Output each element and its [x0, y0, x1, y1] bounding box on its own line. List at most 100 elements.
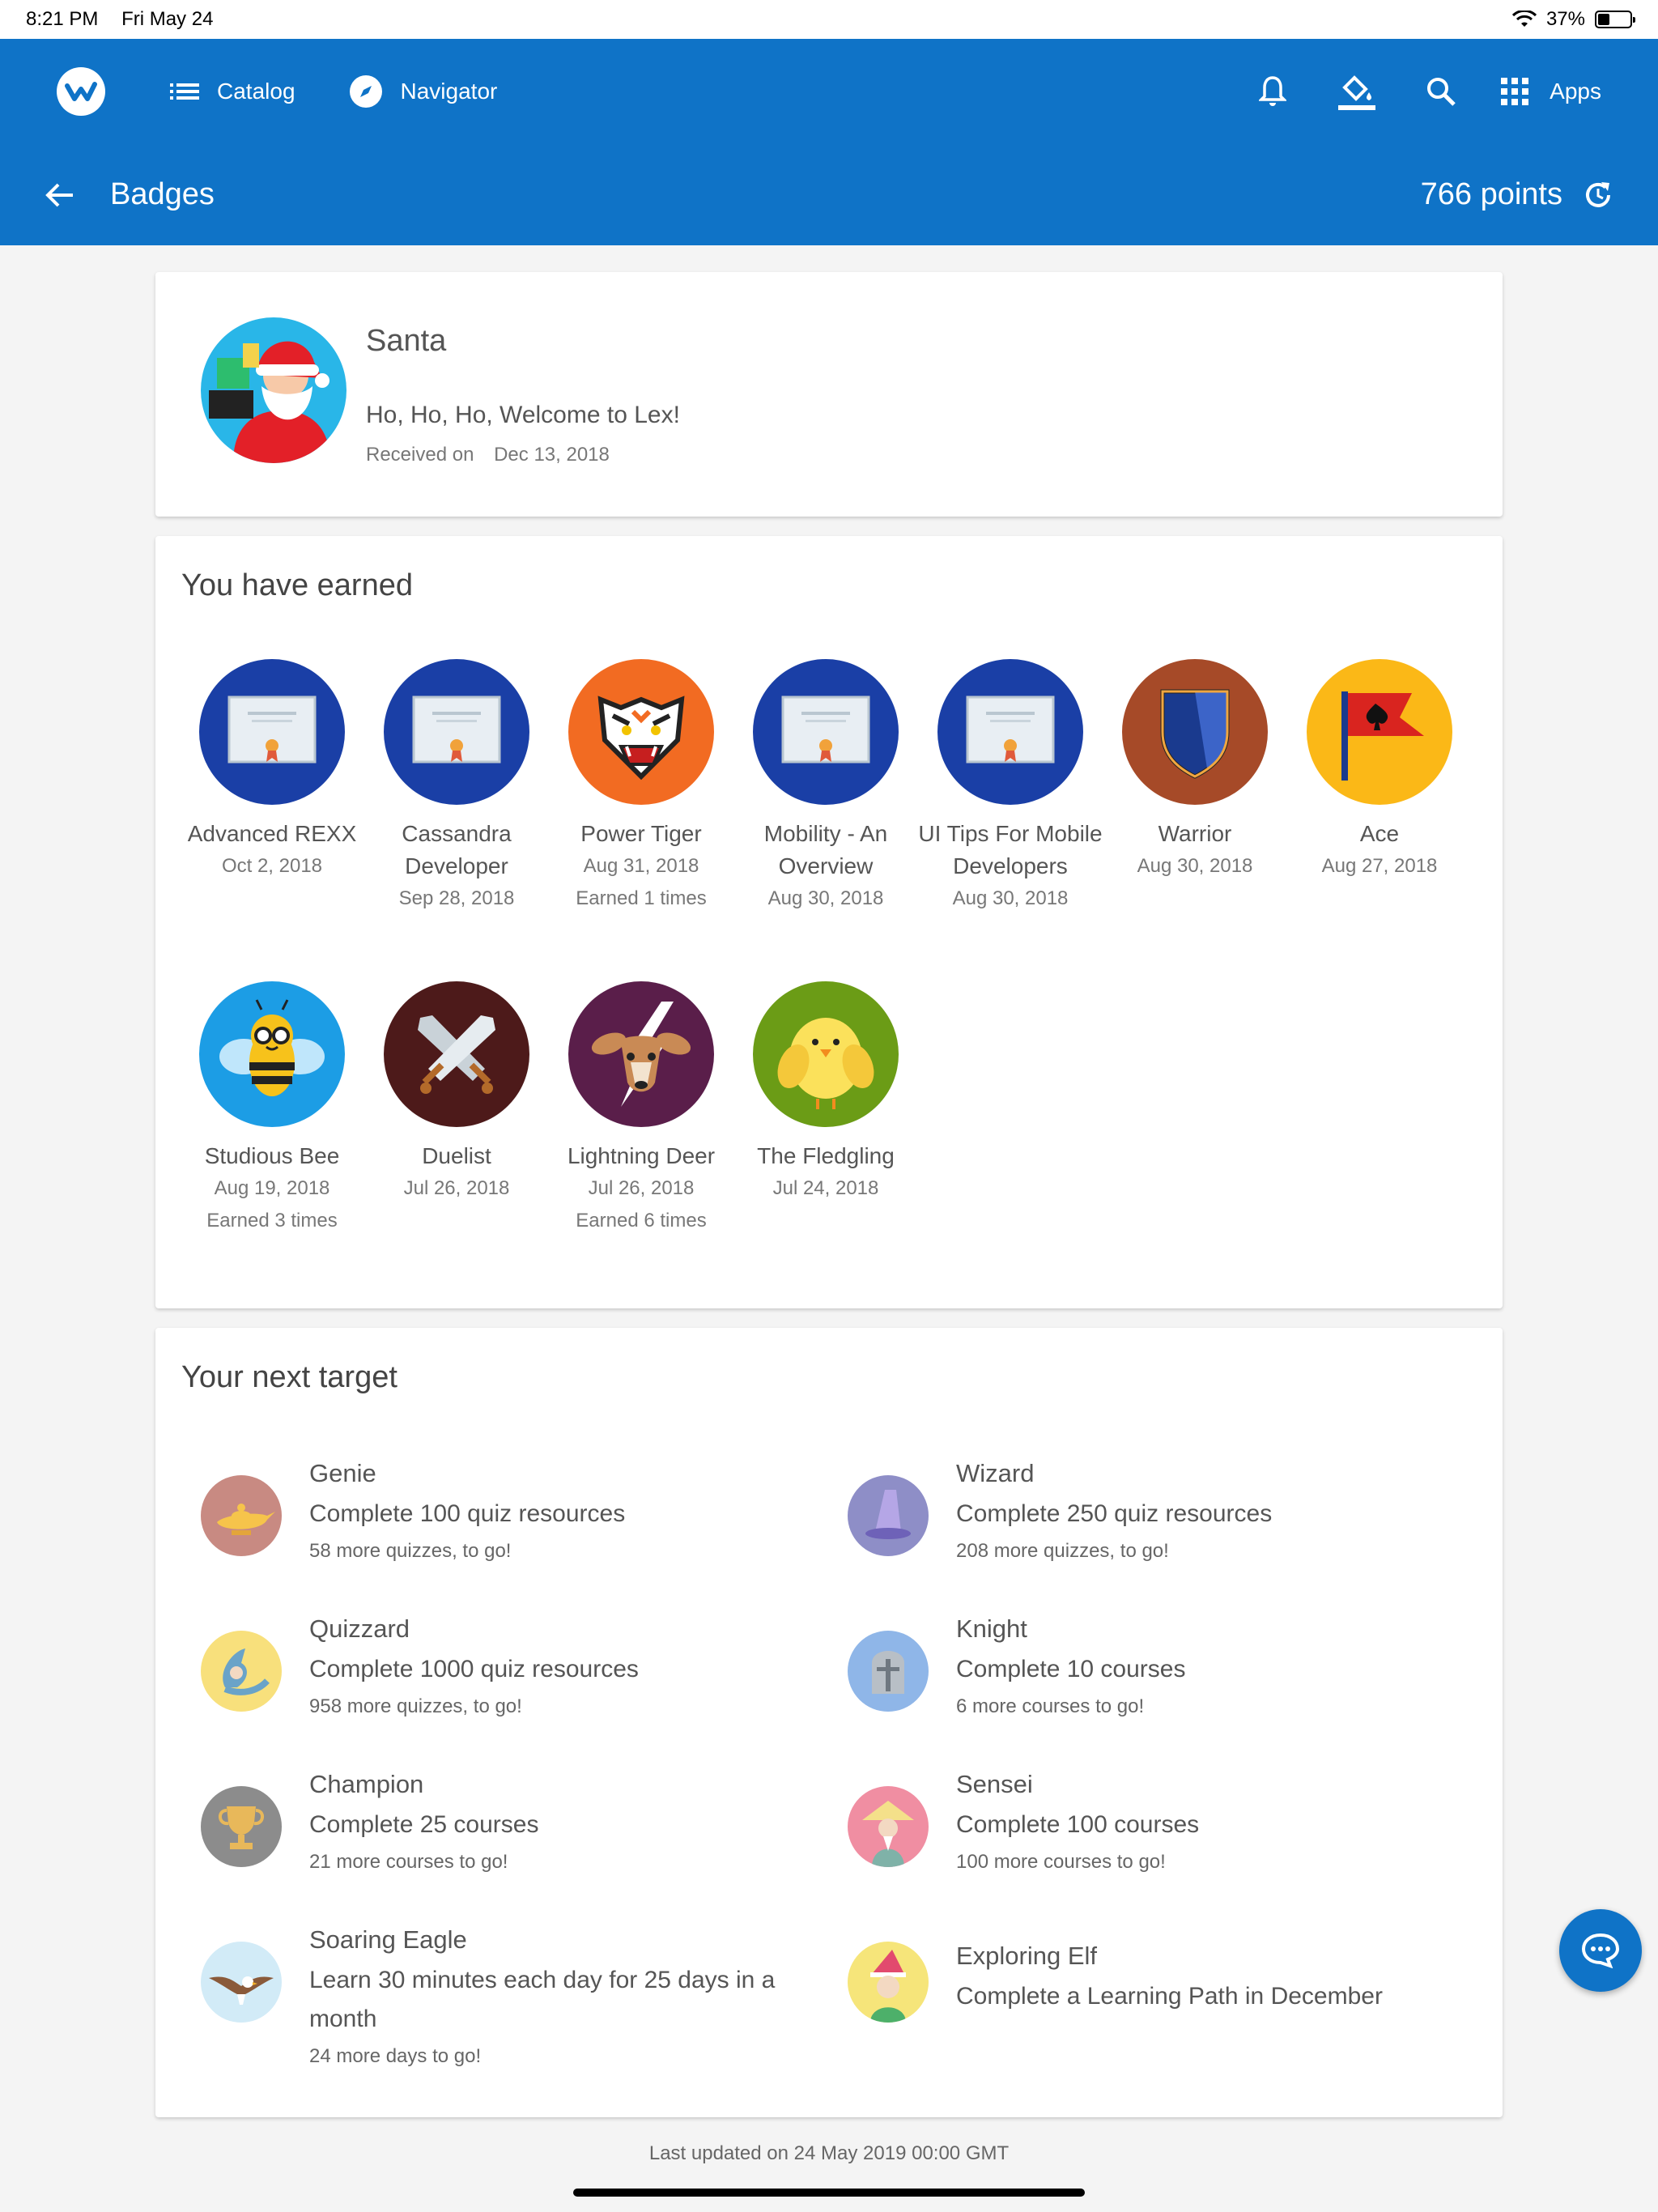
badge-mobility-overview[interactable]: Mobility - An Overview Aug 30, 2018 [733, 659, 918, 915]
badge-date: Aug 30, 2018 [1137, 855, 1253, 877]
badge-lightning-deer[interactable]: Lightning Deer Jul 26, 2018 Earned 6 tim… [549, 981, 733, 1237]
badge-ace[interactable]: Ace Aug 27, 2018 [1287, 659, 1472, 883]
badge-name: Ace [1359, 821, 1400, 846]
target-remaining: 24 more days to go! [309, 2045, 482, 2067]
target-desc: Complete 250 quiz resources [956, 1500, 1273, 1527]
last-updated: Last updated on 24 May 2019 00:00 GMT [648, 2142, 1010, 2164]
target-exploring-elf[interactable]: Exploring Elf Complete a Learning Path i… [848, 1924, 1463, 2023]
paint-bucket-icon [1338, 75, 1376, 110]
received-label: Received on [366, 444, 474, 466]
arrow-left-icon [45, 183, 73, 206]
target-name: Wizard [956, 1459, 1035, 1487]
santa-received: Received on Dec 13, 2018 [366, 444, 610, 466]
refresh-icon [1586, 181, 1610, 207]
flag-icon [1307, 659, 1452, 805]
badge-name: Duelist [422, 1143, 491, 1168]
elf-icon [848, 1942, 929, 2023]
wizard-hat-icon [848, 1475, 929, 1556]
refresh-button[interactable] [1580, 177, 1616, 213]
crossed-swords-icon [384, 981, 529, 1127]
badge-warrior[interactable]: Warrior Aug 30, 2018 [1103, 659, 1287, 883]
badge-name: UI Tips For Mobile Developers [918, 821, 1103, 878]
target-genie[interactable]: Genie Complete 100 quiz resources 58 mor… [201, 1457, 800, 1568]
battery-percent: 37% [1545, 8, 1585, 30]
quizzard-icon [201, 1631, 282, 1712]
certificate-icon [753, 659, 899, 805]
target-desc: Complete a Learning Path in December [956, 1983, 1383, 2010]
target-soaring-eagle[interactable]: Soaring Eagle Learn 30 minutes each day … [201, 1924, 800, 2073]
lamp-icon [201, 1475, 282, 1556]
badge-studious-bee[interactable]: Studious Bee Aug 19, 2018 Earned 3 times [180, 981, 364, 1237]
target-desc: Complete 100 quiz resources [309, 1500, 626, 1527]
theme-button[interactable] [1333, 67, 1381, 116]
compass-icon [349, 74, 383, 108]
back-button[interactable] [42, 177, 78, 213]
deer-icon [568, 981, 714, 1127]
badge-cassandra-developer[interactable]: Cassandra Developer Sep 28, 2018 [364, 659, 549, 915]
trophy-icon [201, 1786, 282, 1867]
apps-label: Apps [1550, 79, 1601, 104]
certificate-icon [384, 659, 529, 805]
santa-card: Santa Ho, Ho, Ho, Welcome to Lex! Receiv… [155, 272, 1503, 517]
target-name: Champion [309, 1770, 424, 1798]
target-name: Quizzard [309, 1614, 410, 1643]
badge-the-fledgling[interactable]: The Fledgling Jul 24, 2018 [733, 981, 918, 1205]
badge-date: Jul 26, 2018 [588, 1177, 695, 1199]
badge-name: The Fledgling [757, 1143, 895, 1168]
received-date: Dec 13, 2018 [494, 444, 610, 466]
badge-name: Cassandra Developer [402, 821, 512, 878]
badge-power-tiger[interactable]: Power Tiger Aug 31, 2018 Earned 1 times [549, 659, 733, 915]
badge-date: Oct 2, 2018 [221, 855, 323, 877]
certificate-icon [937, 659, 1083, 805]
chick-icon [753, 981, 899, 1127]
target-quizzard[interactable]: Quizzard Complete 1000 quiz resources 95… [201, 1613, 800, 1723]
chat-button[interactable] [1559, 1909, 1642, 1992]
badge-name: Advanced REXX [187, 821, 357, 846]
badge-ui-tips-mobile[interactable]: UI Tips For Mobile Developers Aug 30, 20… [918, 659, 1103, 915]
target-wizard[interactable]: Wizard Complete 250 quiz resources 208 m… [848, 1457, 1463, 1568]
home-logo[interactable] [57, 67, 105, 116]
badge-date: Aug 31, 2018 [583, 855, 699, 877]
bee-icon [199, 981, 345, 1127]
target-desc: Complete 1000 quiz resources [309, 1656, 639, 1682]
home-indicator[interactable] [573, 2189, 1085, 2197]
target-sensei[interactable]: Sensei Complete 100 courses 100 more cou… [848, 1768, 1463, 1878]
points-total: 766 points [1420, 177, 1562, 211]
search-button[interactable] [1417, 67, 1465, 116]
target-remaining: 100 more courses to go! [956, 1851, 1166, 1873]
app-bar: Catalog Navigator Apps Badges 766 points [0, 39, 1658, 245]
apps-button[interactable]: Apps [1501, 78, 1601, 105]
target-desc: Learn 30 minutes each day for 25 days in… [309, 1967, 776, 2032]
target-desc: Complete 25 courses [309, 1811, 539, 1838]
earned-heading: You have earned [181, 568, 413, 602]
badge-name: Studious Bee [204, 1143, 340, 1168]
badge-advanced-rexx[interactable]: Advanced REXX Oct 2, 2018 [180, 659, 364, 883]
status-time: 8:21 PM [26, 8, 99, 30]
badge-duelist[interactable]: Duelist Jul 26, 2018 [364, 981, 549, 1205]
shield-icon [1122, 659, 1268, 805]
target-remaining: 21 more courses to go! [309, 1851, 508, 1873]
badge-date: Aug 19, 2018 [214, 1177, 330, 1199]
tiger-icon [568, 659, 714, 805]
nav-catalog[interactable]: Catalog [170, 79, 295, 104]
target-champion[interactable]: Champion Complete 25 courses 21 more cou… [201, 1768, 800, 1878]
nav-catalog-label: Catalog [217, 79, 295, 104]
target-remaining: 208 more quizzes, to go! [956, 1540, 1169, 1562]
wifi-icon [1511, 11, 1537, 27]
target-heading: Your next target [181, 1360, 397, 1394]
badge-earned-count: Earned 1 times [576, 887, 707, 909]
notifications-button[interactable] [1248, 67, 1297, 116]
battery-icon [1595, 11, 1635, 28]
target-remaining: 58 more quizzes, to go! [309, 1540, 512, 1562]
santa-message: Ho, Ho, Ho, Welcome to Lex! [366, 402, 680, 428]
badge-name: Mobility - An Overview [763, 821, 888, 878]
target-name: Exploring Elf [956, 1942, 1098, 1970]
nav-navigator[interactable]: Navigator [349, 74, 497, 108]
sensei-icon [848, 1786, 929, 1867]
bell-icon [1259, 76, 1287, 106]
badge-date: Aug 30, 2018 [767, 887, 884, 909]
chat-bubble-icon [1581, 1933, 1620, 1968]
lex-logo-icon [65, 82, 97, 101]
target-knight[interactable]: Knight Complete 10 courses 6 more course… [848, 1613, 1463, 1723]
earned-badges-card: You have earned Advanced REXX Oct 2, 201… [155, 536, 1503, 1308]
